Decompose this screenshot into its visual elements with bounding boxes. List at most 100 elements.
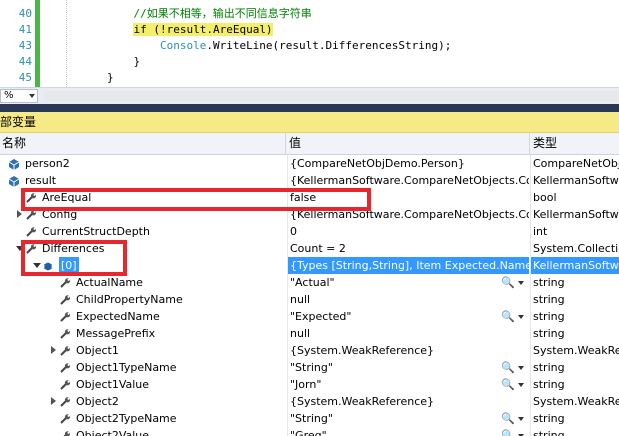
row-type: string [533, 327, 565, 340]
row-type: string [533, 429, 565, 436]
property-icon [59, 379, 71, 390]
locals-row[interactable]: MessagePrefix null string [0, 325, 619, 342]
row-value-cell[interactable]: "String" 🔍 [287, 359, 529, 376]
expand-arrow-icon[interactable] [51, 346, 56, 354]
code-line[interactable]: 41 if (!result.AreEqual) [0, 22, 619, 38]
splitter[interactable] [0, 104, 619, 112]
row-type: System.Collection [533, 242, 619, 255]
row-value-cell[interactable]: {System.WeakReference} [287, 393, 529, 410]
row-name-cell: Object1TypeName [0, 359, 285, 376]
locals-row[interactable]: result {KellermanSoftware.CompareNetObjec… [0, 172, 619, 189]
code-token: } [54, 55, 141, 68]
row-value: "Jorn" [290, 378, 322, 391]
magnifier-icon[interactable]: 🔍 [501, 376, 515, 393]
zoom-dropdown[interactable]: % [0, 89, 38, 103]
column-header-name[interactable]: 名称 [0, 133, 286, 154]
row-type: KellermanSoftwa [533, 259, 619, 272]
locals-row[interactable]: ActualName "Actual" 🔍 string [0, 274, 619, 291]
code-token: } [54, 71, 114, 84]
locals-row[interactable]: ChildPropertyName null string [0, 291, 619, 308]
row-name-cell: Object2 [0, 393, 285, 410]
code-line[interactable]: 43 Console.WriteLine(result.DifferencesS… [0, 38, 619, 54]
property-icon [59, 362, 71, 373]
row-value-cell[interactable]: "Greg" 🔍 [287, 427, 529, 436]
row-name-cell: Object2Value [0, 427, 285, 436]
code-text: //如果不相等，输出不同信息字符串 [54, 6, 311, 22]
visualizer-dropdown-icon[interactable] [518, 417, 524, 421]
horizontal-scrollbar[interactable] [44, 91, 619, 101]
code-line[interactable]: 40 //如果不相等，输出不同信息字符串 [0, 6, 619, 22]
locals-row[interactable]: CurrentStructDepth 0 int [0, 223, 619, 240]
magnifier-icon[interactable]: 🔍 [501, 427, 515, 436]
magnifier-icon[interactable]: 🔍 [501, 274, 515, 291]
zoom-level: % [4, 90, 14, 101]
visualizer-dropdown-icon[interactable] [518, 315, 524, 319]
var-icon [8, 158, 20, 170]
visualizer-dropdown-icon[interactable] [518, 383, 524, 387]
row-type: System.WeakRef [533, 395, 619, 408]
property-icon [59, 430, 71, 436]
row-value-cell[interactable]: "Jorn" 🔍 [287, 376, 529, 393]
expand-arrow-icon[interactable] [51, 397, 56, 405]
line-number: 41 [18, 23, 32, 36]
row-value-cell[interactable]: {CompareNetObjDemo.Person} [287, 155, 529, 172]
locals-row[interactable]: Object1Value "Jorn" 🔍 string [0, 376, 619, 393]
row-type-cell: System.Collection [530, 240, 619, 257]
property-icon [59, 345, 71, 356]
locals-row[interactable]: ExpectedName "Expected" 🔍 string [0, 308, 619, 325]
locals-row[interactable]: Object2 {System.WeakReference} System.Weak… [0, 393, 619, 410]
row-type: CompareNetObj [533, 157, 619, 170]
row-value: Count = 2 [290, 242, 346, 255]
visualizer-dropdown-icon[interactable] [518, 366, 524, 370]
locals-row[interactable]: Object2TypeName "String" 🔍 string [0, 410, 619, 427]
row-value-cell[interactable]: Count = 2 [287, 240, 529, 257]
column-header-type-label: 类型 [533, 136, 558, 150]
row-value-cell[interactable]: {Types [String,String], Item Expected.Na… [287, 257, 529, 274]
expand-arrow-icon[interactable] [17, 210, 22, 218]
magnifier-icon[interactable]: 🔍 [501, 308, 515, 325]
row-value-cell[interactable]: null [287, 325, 529, 342]
row-type: string [533, 276, 565, 289]
column-header-type[interactable]: 类型 [530, 133, 619, 154]
column-header-name-label: 名称 [2, 136, 27, 150]
line-number: 45 [18, 71, 32, 84]
row-type: bool [533, 191, 557, 204]
row-value-cell[interactable]: "Actual" 🔍 [287, 274, 529, 291]
row-type-cell: string [530, 376, 619, 393]
editor-status-bar: % [0, 87, 619, 104]
locals-row[interactable]: Object1 {System.WeakReference} System.Weak… [0, 342, 619, 359]
row-name: Object1 [76, 344, 119, 357]
row-name-cell: CurrentStructDepth [0, 223, 285, 240]
row-value-cell[interactable]: {System.WeakReference} [287, 342, 529, 359]
locals-row[interactable]: Object2Value "Greg" 🔍 string [0, 427, 619, 436]
visualizer-dropdown-icon[interactable] [518, 281, 524, 285]
row-name: Object2Value [76, 429, 150, 436]
code-line[interactable]: 45 } [0, 70, 619, 86]
row-type: KellermanSoftwa [533, 174, 619, 187]
row-value-cell[interactable]: {KellermanSoftware.CompareNetObjects.Con [287, 172, 529, 189]
row-type-cell: CompareNetObj [530, 155, 619, 172]
code-editor[interactable]: 40 //如果不相等，输出不同信息字符串 41 if (!result.AreEq… [0, 0, 619, 87]
row-name: MessagePrefix [76, 327, 156, 340]
annotation-highlight-differences [21, 240, 127, 276]
row-name: ExpectedName [76, 310, 160, 323]
locals-row[interactable]: Object1TypeName "String" 🔍 string [0, 359, 619, 376]
column-header-value[interactable]: 值 [286, 133, 530, 154]
annotation-highlight-areequal [21, 188, 371, 211]
row-value-cell[interactable]: "Expected" 🔍 [287, 308, 529, 325]
row-value-cell[interactable]: 0 [287, 223, 529, 240]
row-name-cell: Object1 [0, 342, 285, 359]
row-type-cell: string [530, 274, 619, 291]
magnifier-icon[interactable]: 🔍 [501, 410, 515, 427]
row-name-cell: ActualName [0, 274, 285, 291]
row-value-cell[interactable]: null [287, 291, 529, 308]
magnifier-icon[interactable]: 🔍 [501, 359, 515, 376]
row-value: {CompareNetObjDemo.Person} [290, 157, 465, 170]
code-line[interactable]: 44 } [0, 54, 619, 70]
locals-grid-header: 名称 值 类型 [0, 133, 619, 155]
row-type-cell: KellermanSoftwa [530, 206, 619, 223]
row-name-cell: MessagePrefix [0, 325, 285, 342]
row-value-cell[interactable]: "String" 🔍 [287, 410, 529, 427]
row-value: "Greg" [290, 429, 327, 436]
locals-row[interactable]: person2 {CompareNetObjDemo.Person} Compare… [0, 155, 619, 172]
